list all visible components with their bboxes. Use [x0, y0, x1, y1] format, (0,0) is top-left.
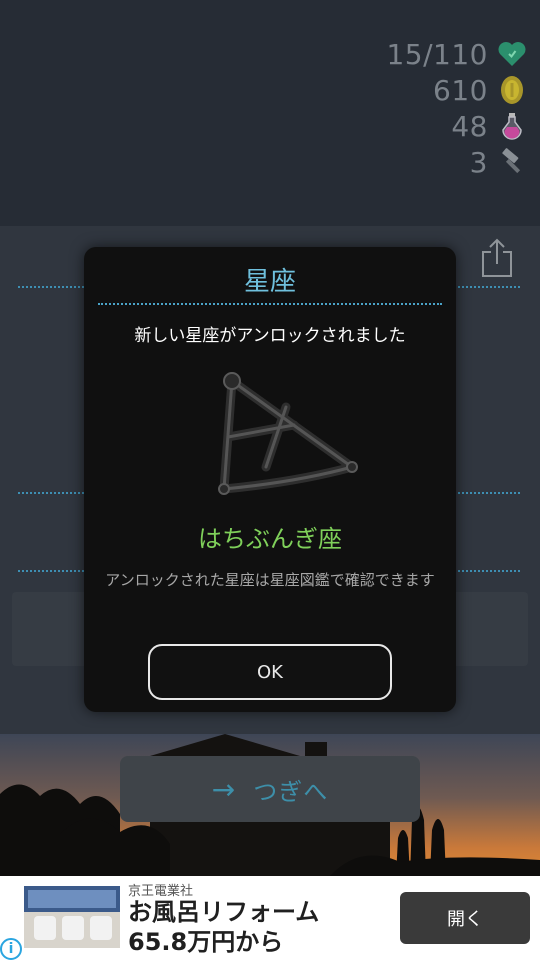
ad-price[interactable]: 65.8万円から: [128, 928, 283, 956]
dialog-divider: [98, 303, 442, 305]
constellation-name: はちぶんぎ座: [198, 525, 342, 553]
ad-headline[interactable]: お風呂リフォーム: [128, 898, 319, 926]
ok-button[interactable]: OK: [148, 644, 392, 700]
dialog-title: 星座: [243, 267, 296, 297]
ad-image[interactable]: [24, 886, 120, 948]
ad-open-button[interactable]: 開く: [400, 892, 530, 944]
ok-button-label: OK: [257, 661, 283, 683]
ad-banner[interactable]: i 京王電業社 お風呂リフォーム 65.8万円から 開く: [0, 876, 540, 960]
ad-sponsor: 京王電業社: [128, 884, 194, 899]
sextant-constellation-icon: [202, 357, 362, 507]
ad-info-icon[interactable]: i: [0, 938, 22, 960]
dialog-note: アンロックされた星座は星座図鑑で確認できます: [105, 571, 435, 589]
constellation-unlocked-dialog: 星座 新しい星座がアンロックされました はちぶんぎ座 アンロックされた星座は星座…: [84, 247, 456, 712]
dialog-message: 新しい星座がアンロックされました: [134, 326, 406, 346]
